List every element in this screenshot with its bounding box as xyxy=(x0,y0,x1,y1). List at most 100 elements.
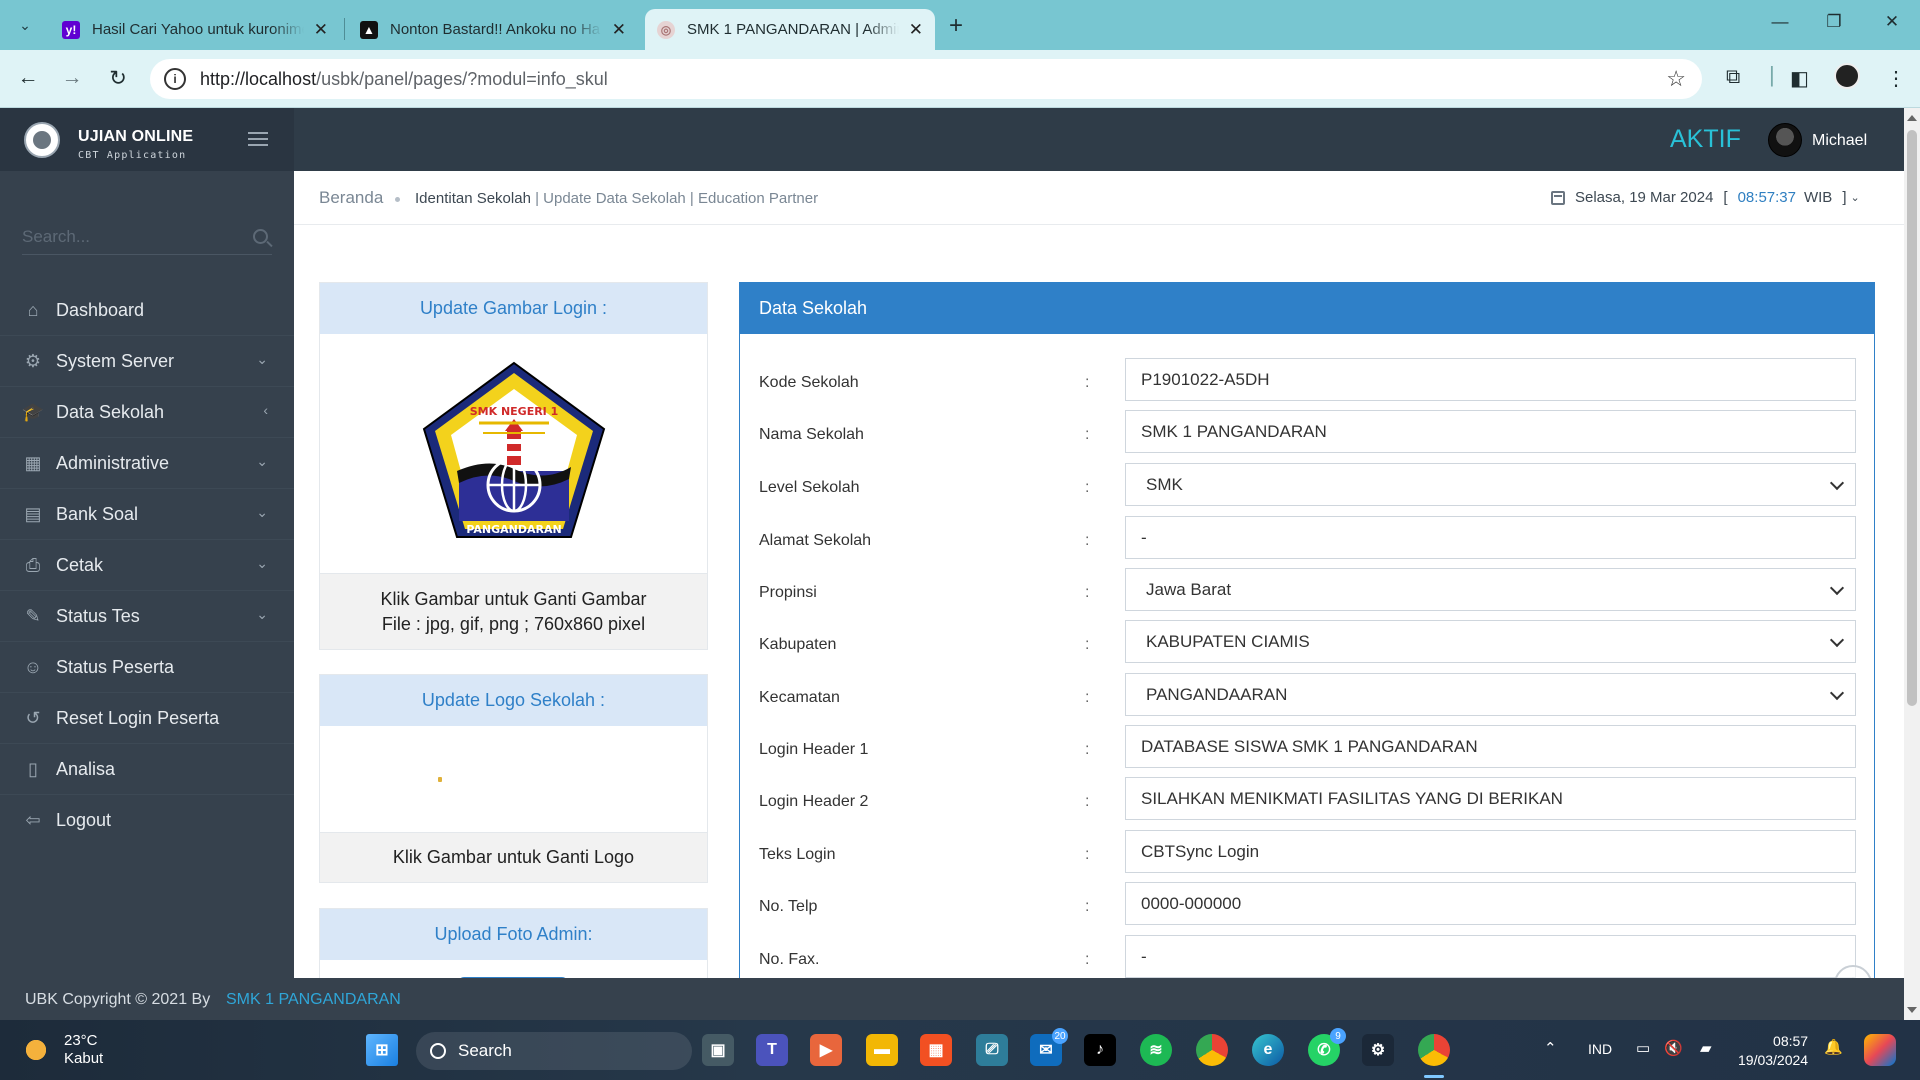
scroll-down-arrow-icon[interactable] xyxy=(1907,1007,1917,1013)
footer-school-link[interactable]: SMK 1 PANGANDARAN xyxy=(226,991,401,1009)
network-icon[interactable]: ▭ xyxy=(1636,1039,1650,1057)
sidebar-item-administrative[interactable]: ▦ Administrative ⌄ xyxy=(0,438,294,489)
breadcrumb-home[interactable]: Beranda xyxy=(319,188,383,208)
forward-arrow-icon[interactable]: → xyxy=(58,66,86,90)
hamburger-menu-icon[interactable] xyxy=(248,132,268,146)
home-icon: ⌂ xyxy=(27,299,39,320)
search-icon xyxy=(430,1043,446,1059)
close-window-icon[interactable]: ✕ xyxy=(1872,12,1912,32)
login-header-1-input[interactable]: DATABASE SISWA SMK 1 PANGANDARAN xyxy=(1125,725,1856,768)
toolbar-divider: | xyxy=(1769,62,1775,87)
school-emblem-icon: SMK NEGERI 1 PANGANDARAN xyxy=(422,361,605,538)
extensions-icon[interactable]: ⧉ xyxy=(1726,66,1740,89)
profile-avatar-icon[interactable] xyxy=(1834,63,1860,89)
site-info-icon[interactable]: i xyxy=(164,68,186,90)
form-row-kabupaten: Kabupaten : KABUPATEN CIAMIS xyxy=(740,620,1876,672)
chevron-down-icon: ⌄ xyxy=(256,453,268,469)
bookmark-star-icon[interactable]: ☆ xyxy=(1666,66,1686,92)
taskbar-search-box[interactable]: Search xyxy=(416,1032,692,1070)
scroll-up-arrow-icon[interactable] xyxy=(1907,115,1917,121)
search-icon[interactable] xyxy=(253,229,268,244)
task-view-icon[interactable]: ▣ xyxy=(702,1034,734,1066)
sidebar-item-status-tes[interactable]: ✎ Status Tes ⌄ xyxy=(0,591,294,642)
no-telp-input[interactable]: 0000-000000 xyxy=(1125,882,1856,925)
system-clock[interactable]: 08:57 19/03/2024 xyxy=(1738,1032,1808,1070)
teams-icon[interactable]: T xyxy=(756,1034,788,1066)
kecamatan-select[interactable]: PANGANDAARAN xyxy=(1125,673,1856,716)
form-row-no-telp: No. Telp : 0000-000000 xyxy=(740,882,1876,934)
remote-desktop-icon[interactable]: ⎚ xyxy=(976,1034,1008,1066)
page-scrollbar[interactable] xyxy=(1904,108,1920,1020)
notification-badge: 9 xyxy=(1330,1028,1346,1044)
close-tab-icon[interactable]: ✕ xyxy=(304,20,328,40)
login-image[interactable]: SMK NEGERI 1 PANGANDARAN xyxy=(320,334,707,573)
close-tab-icon[interactable]: ✕ xyxy=(602,20,626,40)
file-explorer-icon[interactable]: ▬ xyxy=(866,1034,898,1066)
minimize-icon[interactable]: — xyxy=(1760,12,1800,32)
microsoft-store-icon[interactable]: ▦ xyxy=(920,1034,952,1066)
data-sekolah-panel: Data Sekolah Kode Sekolah : P1901022-A5D… xyxy=(739,282,1875,978)
sidebar-item-data-sekolah[interactable]: 🎓 Data Sekolah ‹ xyxy=(0,387,294,438)
sidebar-item-bank-soal[interactable]: ▤ Bank Soal ⌄ xyxy=(0,489,294,540)
url-text[interactable]: http://localhost/usbk/panel/pages/?modul… xyxy=(200,69,608,90)
date-time-display[interactable]: Selasa, 19 Mar 2024 [ 08:57:37 WIB ] ⌄ xyxy=(1551,189,1860,206)
weather-widget[interactable]: 23°C Kabut xyxy=(24,1032,103,1068)
nama-sekolah-input[interactable]: SMK 1 PANGANDARAN xyxy=(1125,410,1856,453)
login-header-2-input[interactable]: SILAHKAN MENIKMATI FASILITAS YANG DI BER… xyxy=(1125,777,1856,820)
address-bar[interactable]: i http://localhost/usbk/panel/pages/?mod… xyxy=(150,59,1702,99)
language-indicator[interactable]: IND xyxy=(1588,1041,1612,1057)
sidebar-item-system-server[interactable]: ⚙ System Server ⌄ xyxy=(0,336,294,387)
battery-icon[interactable]: ▰ xyxy=(1700,1039,1712,1057)
kabupaten-select[interactable]: KABUPATEN CIAMIS xyxy=(1125,620,1856,663)
level-sekolah-select[interactable]: SMK xyxy=(1125,463,1856,506)
windows-start-icon[interactable]: ⊞ xyxy=(366,1034,398,1066)
sidebar-item-label: Cetak xyxy=(56,554,104,575)
breadcrumb-path: Identitan Sekolah | Update Data Sekolah … xyxy=(415,190,819,207)
copilot-icon[interactable] xyxy=(1864,1034,1896,1066)
form-row-nama-sekolah: Nama Sekolah : SMK 1 PANGANDARAN xyxy=(740,410,1876,462)
tiktok-icon[interactable]: ♪ xyxy=(1084,1034,1116,1066)
propinsi-select[interactable]: Jawa Barat xyxy=(1125,568,1856,611)
chrome-icon[interactable] xyxy=(1196,1034,1228,1066)
sidebar-item-dashboard[interactable]: ⌂ Dashboard xyxy=(0,285,294,336)
sidebar-item-analisa[interactable]: ▯ Analisa xyxy=(0,744,294,795)
user-avatar[interactable] xyxy=(1768,123,1802,157)
new-tab-button[interactable]: + xyxy=(949,12,963,40)
notification-bell-icon[interactable]: 🔔 xyxy=(1824,1038,1843,1056)
edge-icon[interactable]: e xyxy=(1252,1034,1284,1066)
media-player-icon[interactable]: ▶ xyxy=(810,1034,842,1066)
spotify-icon[interactable]: ≋ xyxy=(1140,1034,1172,1066)
sidebar-item-status-peserta[interactable]: ☺ Status Peserta xyxy=(0,642,294,693)
volume-muted-icon[interactable]: 🔇 xyxy=(1664,1039,1683,1057)
close-tab-icon[interactable]: ✕ xyxy=(899,20,923,40)
tab-yahoo[interactable]: y! Hasil Cari Yahoo untuk kuronime ✕ xyxy=(50,9,340,50)
form-row-kode-sekolah: Kode Sekolah : P1901022-A5DH xyxy=(740,358,1876,410)
teks-login-input[interactable]: CBTSync Login xyxy=(1125,830,1856,873)
chrome-active-icon[interactable] xyxy=(1418,1034,1450,1066)
user-name[interactable]: Michael xyxy=(1812,132,1867,150)
alamat-sekolah-input[interactable]: - xyxy=(1125,516,1856,559)
more-menu-icon[interactable]: ⋮ xyxy=(1886,66,1906,91)
sidebar-search-input[interactable]: Search... xyxy=(22,221,272,255)
tab-admin[interactable]: ◎ SMK 1 PANGANDARAN | Admin ✕ xyxy=(645,9,935,50)
brand[interactable]: UJIAN ONLINE CBT Application xyxy=(0,108,294,171)
anime-site-icon: ▲ xyxy=(360,20,378,39)
no-fax-input[interactable]: - xyxy=(1125,935,1856,978)
tab-anime[interactable]: ▲ Nonton Bastard!! Ankoku no Ha ✕ xyxy=(348,9,638,50)
card-title: Upload Foto Admin: xyxy=(320,909,707,960)
school-logo-image[interactable] xyxy=(320,726,707,832)
steam-icon[interactable]: ⚙ xyxy=(1362,1034,1394,1066)
sidebar-item-cetak[interactable]: ⎙ Cetak ⌄ xyxy=(0,540,294,591)
side-panel-icon[interactable]: ◧ xyxy=(1790,66,1809,91)
scrollbar-thumb[interactable] xyxy=(1907,130,1917,706)
kode-sekolah-input[interactable]: P1901022-A5DH xyxy=(1125,358,1856,401)
sidebar-item-logout[interactable]: ⇦ Logout xyxy=(0,795,294,846)
tab-search-button[interactable]: ⌄ xyxy=(10,11,40,39)
tray-overflow-icon[interactable]: ⌃ xyxy=(1544,1039,1557,1057)
app-header: UJIAN ONLINE CBT Application AKTIF Micha… xyxy=(0,108,1920,171)
yahoo-icon: y! xyxy=(62,20,80,39)
reload-icon[interactable]: ↻ xyxy=(104,66,132,91)
sidebar-item-reset-login[interactable]: ↺ Reset Login Peserta xyxy=(0,693,294,744)
restore-icon[interactable]: ❐ xyxy=(1814,12,1854,32)
back-arrow-icon[interactable]: ← xyxy=(14,66,42,90)
